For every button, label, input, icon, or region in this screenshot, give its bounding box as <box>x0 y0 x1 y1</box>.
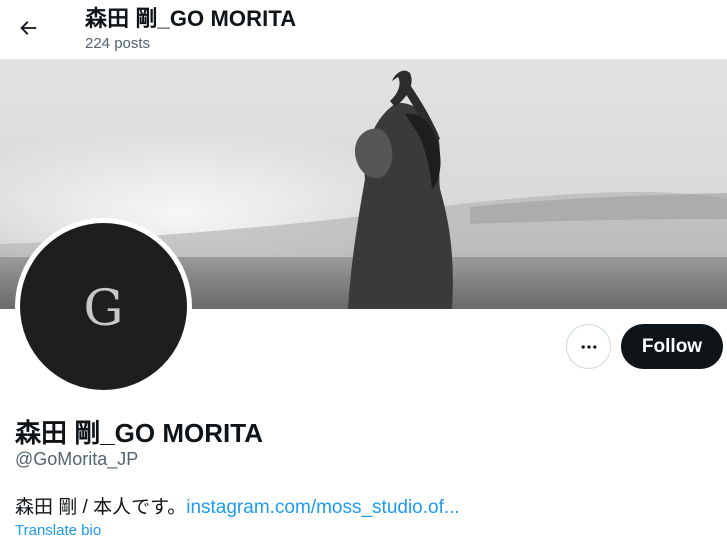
avatar-letter: G <box>83 278 124 337</box>
profile-bio: 森田 剛 / 本人です。instagram.com/moss_studio.of… <box>15 492 460 519</box>
more-horizontal-icon <box>581 344 596 349</box>
profile-header-bar: 森田 剛_GO MORITA 224 posts <box>0 0 727 59</box>
back-button[interactable] <box>8 8 48 48</box>
follow-button[interactable]: Follow <box>621 324 723 369</box>
translate-bio-link[interactable]: Translate bio <box>15 522 101 539</box>
more-options-button[interactable] <box>566 324 611 369</box>
profile-handle: @GoMorita_JP <box>15 449 139 469</box>
avatar-image: G <box>20 223 187 390</box>
post-count: 224 posts <box>85 35 151 52</box>
arrow-left-icon <box>20 21 37 35</box>
bio-link[interactable]: instagram.com/moss_studio.of... <box>186 497 460 518</box>
header-title: 森田 剛_GO MORITA <box>85 6 297 31</box>
profile-display-name: 森田 剛_GO MORITA <box>15 418 263 448</box>
avatar[interactable]: G <box>15 218 192 395</box>
bio-text: 森田 剛 / 本人です。 <box>15 497 187 518</box>
